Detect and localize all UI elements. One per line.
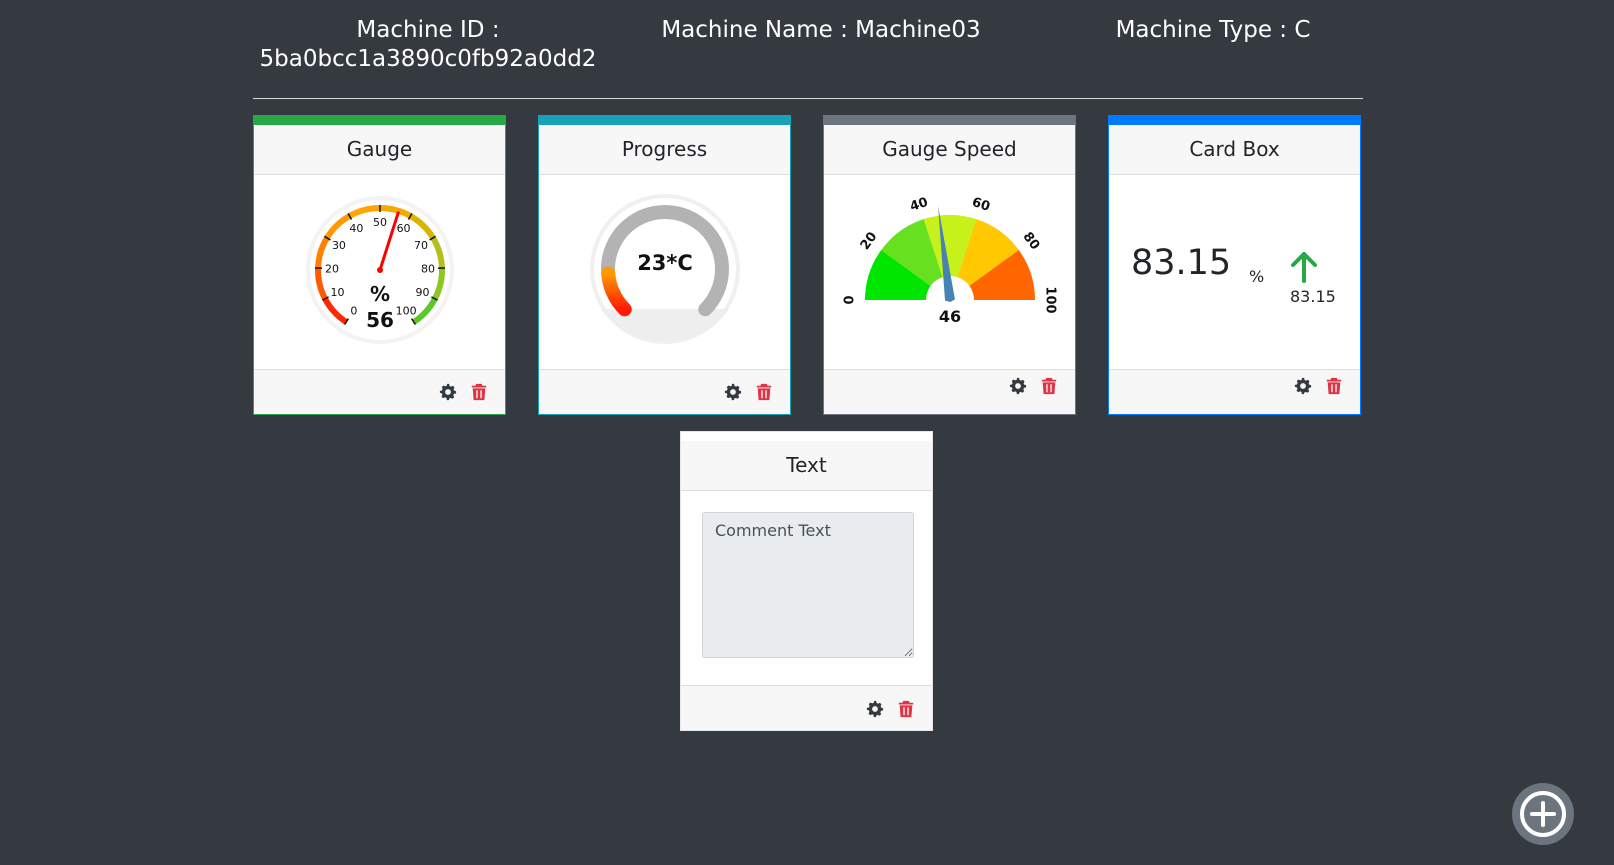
gauge-tick-label: 10: [330, 286, 344, 299]
speed-label: 0: [843, 295, 858, 304]
card-box-trend-value: 83.15: [1290, 287, 1336, 306]
machine-id-value: 5ba0bcc1a3890c0fb92a0dd2: [259, 46, 597, 72]
comment-textarea[interactable]: [702, 512, 914, 658]
text-card-body: [681, 491, 932, 681]
gauge-tick-label: 0: [350, 304, 357, 317]
progress-card-accent-bar: [539, 116, 790, 125]
machine-name: Machine Name : Machine03: [661, 17, 981, 43]
text-card-title: Text: [681, 441, 932, 491]
trash-icon[interactable]: [755, 383, 773, 401]
gauge-card-body: 0 10 20 30 40 50 60 70 80 90 100 % 56: [254, 175, 505, 375]
gear-icon[interactable]: [724, 383, 742, 401]
gauge-card: Gauge 0 10 20 30 40 50 60 70 80 90 100 % 56: [253, 115, 506, 415]
machine-type: Machine Type : C: [1115, 17, 1311, 43]
trash-icon[interactable]: [897, 700, 915, 718]
text-card: Text: [680, 431, 933, 731]
card-box-title: Card Box: [1109, 125, 1360, 175]
gauge-speed-card-footer: [824, 369, 1075, 414]
gear-icon[interactable]: [866, 700, 884, 718]
add-widget-button[interactable]: [1512, 783, 1574, 845]
card-box-accent-bar: [1109, 116, 1360, 125]
gauge-speed-card-accent-bar: [824, 116, 1075, 125]
gauge-speed-card: Gauge Speed 0 20 40 60 80 100 46: [823, 115, 1076, 415]
text-card-accent-bar: [681, 432, 932, 441]
progress-card-body: 23*C: [539, 175, 790, 375]
machine-header: Machine ID : 5ba0bcc1a3890c0fb92a0dd2 Ma…: [253, 0, 1363, 98]
speed-label: 60: [970, 195, 992, 215]
gear-icon[interactable]: [1009, 377, 1027, 395]
progress-card: Progress 23*C: [538, 115, 791, 415]
gauge-tick-label: 80: [421, 262, 435, 275]
trash-icon[interactable]: [1040, 377, 1058, 395]
gauge-chart: 0 10 20 3040 50 6070 80 90 100 % 56: [306, 196, 454, 344]
progress-card-title: Progress: [539, 125, 790, 175]
gear-icon[interactable]: [1294, 377, 1312, 395]
gauge-tick-label: 50: [373, 216, 387, 229]
gauge-tick-label: 20: [325, 262, 339, 275]
gauge-card-title: Gauge: [254, 125, 505, 175]
progress-chart: 23*C: [590, 194, 740, 344]
gauge-speed-chart: 0 20 40 60 80 100 46: [843, 195, 1058, 326]
gauge-tick-label: 60: [397, 222, 411, 235]
gauge-unit: %: [370, 282, 390, 306]
progress-value: 23*C: [637, 251, 693, 275]
gauge-tick-label: 90: [416, 286, 430, 299]
machine-id: Machine ID : 5ba0bcc1a3890c0fb92a0dd2: [253, 16, 603, 74]
gauge-tick-label: 40: [349, 222, 363, 235]
gauge-tick-label: 70: [414, 239, 428, 252]
speed-label: 80: [1020, 229, 1043, 252]
arrow-up-icon: [1289, 251, 1319, 283]
gear-icon[interactable]: [439, 383, 457, 401]
header-divider: [253, 98, 1363, 99]
machine-id-label: Machine ID :: [356, 17, 500, 43]
gauge-value: 56: [366, 308, 394, 332]
speed-label: 40: [908, 195, 930, 215]
card-box-unit: %: [1249, 267, 1265, 286]
gauge-speed-card-title: Gauge Speed: [824, 125, 1075, 175]
trash-icon[interactable]: [1325, 377, 1343, 395]
plus-circle-icon: [1517, 788, 1569, 840]
gauge-speed-card-body: 0 20 40 60 80 100 46: [824, 175, 1075, 375]
gauge-tick-label: 30: [332, 239, 346, 252]
speed-label: 100: [1043, 286, 1058, 313]
card-box-footer: [1109, 369, 1360, 414]
card-box-card: Card Box 83.15 % 83.15: [1108, 115, 1361, 415]
gauge-card-footer: [254, 369, 505, 414]
trash-icon[interactable]: [470, 383, 488, 401]
card-box-value: 83.15: [1131, 243, 1232, 283]
text-card-footer: [681, 685, 932, 730]
speed-value: 46: [939, 307, 961, 326]
gauge-card-accent-bar: [254, 116, 505, 125]
card-box-body: 83.15 % 83.15: [1109, 175, 1360, 365]
gauge-tick-label: 100: [396, 304, 417, 317]
gauge-needle-hub: [377, 267, 383, 273]
speed-label: 20: [858, 229, 881, 252]
progress-card-footer: [539, 369, 790, 414]
